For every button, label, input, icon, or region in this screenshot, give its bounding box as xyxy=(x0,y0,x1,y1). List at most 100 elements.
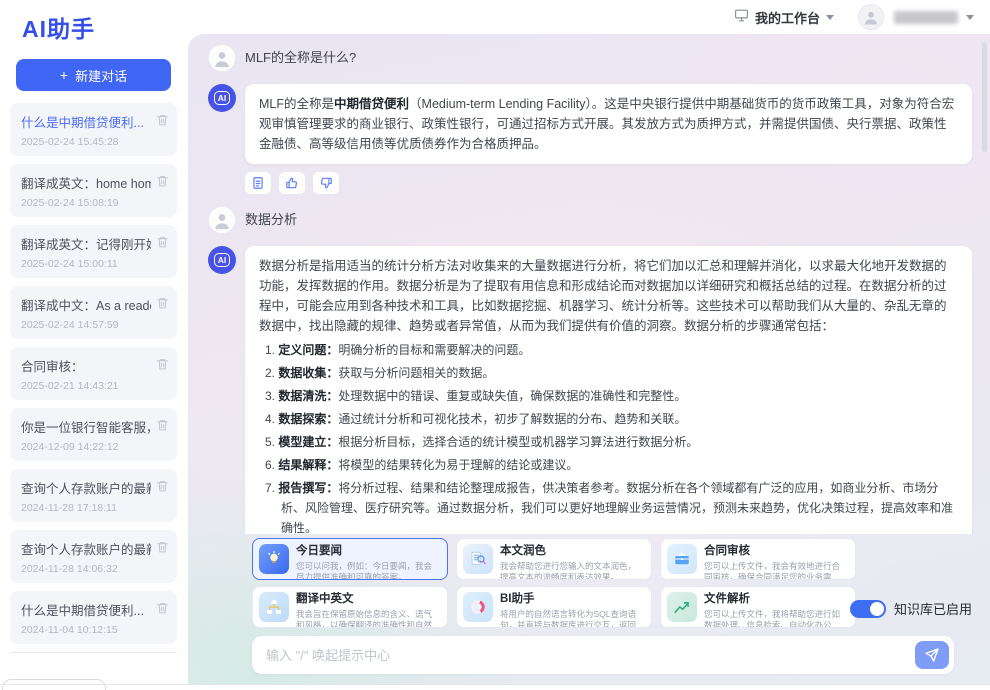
user-name-redacted xyxy=(894,11,958,24)
trash-icon[interactable] xyxy=(156,296,169,310)
conversation-title: 什么是中期借贷便利... xyxy=(21,112,151,131)
step-label: 模型建立： xyxy=(278,435,338,449)
card-title: 翻译中英文 xyxy=(296,593,440,606)
app-logo: AI助手 xyxy=(0,0,187,44)
ai-message-bubble: 数据分析是指用适当的统计分析方法对收集来的大量数据进行分析，将它们加以汇总和理解… xyxy=(245,246,972,534)
card-body: 本文润色 我会帮助您进行您输入的文本润色，提高文本的流畅度和表达效果。 xyxy=(500,544,644,575)
card-title: 合同审核 xyxy=(704,545,848,558)
step-text: 获取与分析问题相关的数据。 xyxy=(338,366,494,380)
conversation-item[interactable]: 合同审核： 2025-02-21 14:43:21 xyxy=(10,347,177,400)
step-item: 1. 定义问题：明确分析的目标和需要解决的问题。 xyxy=(265,340,958,360)
conversation-title: 什么是中期借贷便利... xyxy=(21,600,151,619)
card-desc: 将用户的自然语言转化为SQL查询语句，并直接与数据库进行交互，返回智能推荐的图表… xyxy=(500,609,644,628)
card-contract-review[interactable]: 合同审核 您可以上传文件，我会有效地进行合同审核，确保合同满足您的业务需求。 xyxy=(660,538,856,580)
step-label: 定义问题： xyxy=(278,343,338,357)
card-desc: 我会帮助您进行您输入的文本润色，提高文本的流畅度和表达效果。 xyxy=(500,561,644,580)
knowledge-base-label: 知识库已启用 xyxy=(894,599,972,618)
ai-message-bubble: MLF的全称是中期借贷便利（Medium-term Lending Facili… xyxy=(245,84,972,164)
conversation-item[interactable]: 什么是中期借贷便利... 2025-02-24 15:45:28 xyxy=(10,103,177,156)
step-label: 数据清洗： xyxy=(278,389,338,403)
conversation-item[interactable]: 翻译成中文：As a reader... 2025-02-24 14:57:59 xyxy=(10,286,177,339)
trash-icon[interactable] xyxy=(156,418,169,432)
card-bi-assistant[interactable]: BI助手 将用户的自然语言转化为SQL查询语句，并直接与数据库进行交互，返回智能… xyxy=(456,586,652,628)
card-today-news[interactable]: 今日要闻 您可以问我，例如：今日要闻，我会尽力提供准确和可靠的答案。 xyxy=(252,538,448,580)
conversation-time: 2025-02-21 14:43:21 xyxy=(21,380,151,392)
ai-message: AI 数据分析是指用适当的统计分析方法对收集来的大量数据进行分析，将它们加以汇总… xyxy=(208,246,972,534)
trash-icon[interactable] xyxy=(156,540,169,554)
ai-badge: AI xyxy=(214,253,230,268)
knowledge-base-toggle[interactable]: 知识库已启用 xyxy=(850,599,972,618)
copy-icon[interactable] xyxy=(245,172,271,194)
monitor-icon xyxy=(734,9,749,25)
ai-avatar: AI xyxy=(208,84,236,112)
trash-icon[interactable] xyxy=(156,479,169,493)
conversation-time: 2024-11-28 17:18:11 xyxy=(21,502,151,514)
user-message: MLF的全称是什么? xyxy=(208,44,972,72)
conversation-item[interactable]: 你是一位银行智能客服，... 2024-12-09 14:22:12 xyxy=(10,408,177,461)
conversation-item[interactable]: 查询个人存款账户的最新... 2024-11-28 17:18:11 xyxy=(10,469,177,522)
new-chat-button[interactable]: + 新建对话 xyxy=(16,59,171,91)
step-number: 1. xyxy=(265,343,275,357)
step-number: 7. xyxy=(265,481,275,495)
step-number: 3. xyxy=(265,389,275,403)
send-button[interactable] xyxy=(915,641,949,669)
card-text-polish[interactable]: 本文润色 我会帮助您进行您输入的文本润色，提高文本的流畅度和表达效果。 xyxy=(456,538,652,580)
card-desc: 我会旨在保留原始信息的含义、语气和风格，以确保翻译的准确性和自然流畅。 xyxy=(296,609,440,628)
user-message-text: MLF的全称是什么? xyxy=(245,44,356,72)
message-input[interactable] xyxy=(266,648,915,663)
step-label: 数据收集： xyxy=(278,366,338,380)
step-label: 报告撰写： xyxy=(278,481,338,495)
scrollbar[interactable] xyxy=(982,42,987,152)
trash-icon[interactable] xyxy=(156,601,169,615)
trash-icon[interactable] xyxy=(156,235,169,249)
step-text: 明确分析的目标和需要解决的问题。 xyxy=(338,343,530,357)
card-title: BI助手 xyxy=(500,593,644,606)
header: 我的工作台 xyxy=(734,0,990,34)
conversation-time: 2025-02-24 15:45:28 xyxy=(21,136,151,148)
window-bottom-divider xyxy=(0,684,990,685)
trash-icon[interactable] xyxy=(156,174,169,188)
workspace-menu[interactable]: 我的工作台 xyxy=(734,8,834,27)
chevron-down-icon xyxy=(966,15,974,20)
card-file-analysis[interactable]: 文件解析 您可以上传文件，我将帮助您进行如数据处理、信息检索、自动化办公等。 xyxy=(660,586,856,628)
conversation-time: 2024-12-09 14:22:12 xyxy=(21,441,151,453)
user-message: 数据分析 xyxy=(208,206,972,234)
conversation-time: 2025-02-24 14:57:59 xyxy=(21,319,151,331)
ai-badge: AI xyxy=(214,91,230,106)
card-translate[interactable]: 翻译中英文 我会旨在保留原始信息的含义、语气和风格，以确保翻译的准确性和自然流畅… xyxy=(252,586,448,628)
toggle-on-icon[interactable] xyxy=(850,600,886,618)
step-label: 结果解释： xyxy=(278,458,338,472)
conversation-title: 查询个人存款账户的最新... xyxy=(21,478,151,497)
step-number: 4. xyxy=(265,412,275,426)
user-avatar[interactable] xyxy=(858,4,884,30)
bottom-zone: 今日要闻 您可以问我，例如：今日要闻，我会尽力提供准确和可靠的答案。 本文润色 … xyxy=(252,538,974,674)
card-title: 文件解析 xyxy=(704,593,848,606)
polish-icon xyxy=(463,544,493,574)
step-number: 2. xyxy=(265,366,275,380)
thumb-down-icon[interactable] xyxy=(313,172,339,194)
conversation-item[interactable]: 什么是中期借贷便利... 2024-11-04 10:12:15 xyxy=(10,591,177,644)
trash-icon[interactable] xyxy=(156,113,169,127)
card-title: 本文润色 xyxy=(500,545,644,558)
chat-panel: MLF的全称是什么? AI MLF的全称是中期借贷便利（Medium-term … xyxy=(188,34,990,684)
step-label: 数据探索： xyxy=(278,412,338,426)
briefcase-icon xyxy=(667,544,697,574)
step-text: 处理数据中的错误、重复或缺失值，确保数据的准确性和完整性。 xyxy=(338,389,686,403)
conversation-item[interactable]: 查询个人存款账户的最新... 2024-11-28 14:06:32 xyxy=(10,530,177,583)
conversation-time: 2024-11-28 14:06:32 xyxy=(21,563,151,575)
conversation-item[interactable]: 翻译成英文：home home 2025-02-24 15:08:19 xyxy=(10,164,177,217)
user-avatar xyxy=(208,206,236,234)
conversation-item[interactable]: 翻译成英文：记得刚开始... 2025-02-24 15:00:11 xyxy=(10,225,177,278)
thumb-up-icon[interactable] xyxy=(279,172,305,194)
user-menu[interactable] xyxy=(894,11,974,24)
user-avatar xyxy=(208,44,236,72)
step-item: 4. 数据探索：通过统计分析和可视化技术，初步了解数据的分布、趋势和关联。 xyxy=(265,409,958,429)
step-text: 通过统计分析和可视化技术，初步了解数据的分布、趋势和关联。 xyxy=(338,412,686,426)
conversation-list: 什么是中期借贷便利... 2025-02-24 15:45:28 翻译成英文：h… xyxy=(0,103,187,644)
step-item: 6. 结果解释：将模型的结果转化为易于理解的结论或建议。 xyxy=(265,455,958,475)
sidebar: AI助手 + 新建对话 什么是中期借贷便利... 2025-02-24 15:4… xyxy=(0,0,187,690)
new-chat-label: 新建对话 xyxy=(75,66,127,85)
card-body: 文件解析 您可以上传文件，我将帮助您进行如数据处理、信息检索、自动化办公等。 xyxy=(704,592,848,623)
trash-icon[interactable] xyxy=(156,357,169,371)
message-input-bar xyxy=(252,636,954,674)
